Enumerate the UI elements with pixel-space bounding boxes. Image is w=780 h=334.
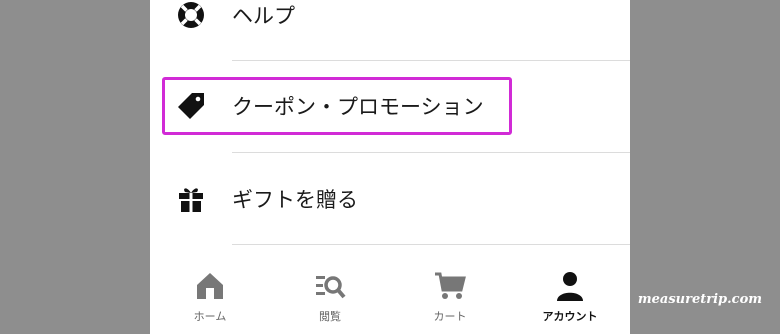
menu-item-help[interactable]: ヘルプ	[150, 0, 630, 44]
divider	[232, 60, 630, 61]
nav-label: ホーム	[193, 310, 227, 323]
menu-item-gift[interactable]: ギフトを贈る	[150, 170, 630, 228]
cart-icon	[435, 272, 466, 299]
lifebuoy-icon	[174, 0, 208, 32]
menu-item-label: ギフトを贈る	[232, 188, 358, 212]
nav-account[interactable]: アカウント	[510, 258, 630, 334]
nav-label: アカウント	[542, 310, 598, 323]
menu-item-label: ヘルプ	[232, 4, 295, 28]
highlight-box	[162, 77, 512, 135]
divider	[232, 244, 630, 245]
account-icon	[557, 272, 583, 301]
phone-screen: ヘルプ クーポン・プロモーション ギフトを贈る ホーム 閲覧 カート アカウント	[150, 0, 630, 334]
divider	[232, 152, 630, 153]
home-icon	[197, 273, 223, 299]
nav-browse[interactable]: 閲覧	[270, 258, 390, 334]
gift-icon	[174, 182, 208, 216]
browse-search-icon	[316, 276, 346, 299]
watermark: measuretrip.com	[637, 292, 762, 307]
nav-label: カート	[433, 310, 467, 323]
nav-cart[interactable]: カート	[390, 258, 510, 334]
nav-home[interactable]: ホーム	[150, 258, 270, 334]
bottom-nav: ホーム 閲覧 カート アカウント	[150, 258, 630, 334]
nav-label: 閲覧	[319, 310, 341, 323]
